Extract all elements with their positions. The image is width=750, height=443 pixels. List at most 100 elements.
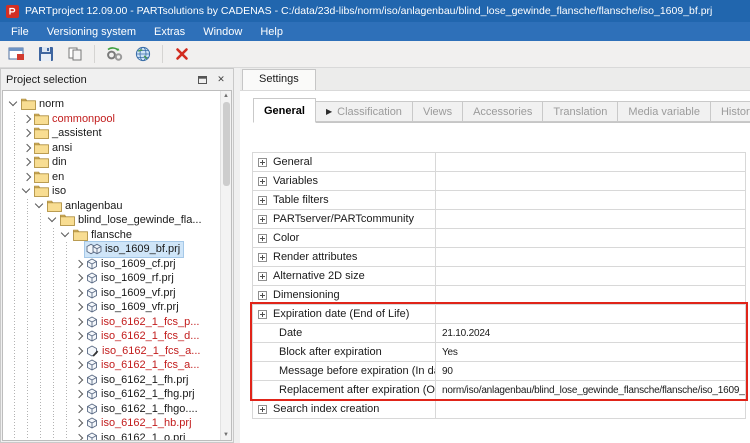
tree-item-iso-6162-1-fcs-p[interactable]: iso_6162_1_fcs_p...	[3, 315, 220, 330]
expand-plus-icon[interactable]	[258, 405, 267, 414]
chevron-down-icon[interactable]	[8, 98, 20, 110]
prop-value-cell[interactable]: norm/iso/anlagenbau/blind_lose_gewinde_f…	[436, 381, 745, 399]
tab-history[interactable]: History	[711, 101, 750, 122]
tree-item-anlagenbau[interactable]: anlagenbau	[3, 199, 220, 214]
save-icon[interactable]	[34, 43, 58, 66]
chevron-right-icon[interactable]	[73, 330, 85, 342]
expand-plus-icon[interactable]	[258, 158, 267, 167]
chevron-right-icon[interactable]	[73, 417, 85, 429]
prop-row-message-before-expiration-in-days[interactable]: Message before expiration (In days)90	[253, 362, 745, 381]
chevron-right-icon[interactable]	[73, 301, 85, 313]
tree-item-ansi[interactable]: ansi	[3, 141, 220, 156]
menu-extras[interactable]: Extras	[145, 24, 194, 40]
tree-item-commonpool[interactable]: commonpool	[3, 112, 220, 127]
expand-plus-icon[interactable]	[258, 234, 267, 243]
sync-gears-icon[interactable]	[102, 43, 126, 66]
prop-row-date[interactable]: Date21.10.2024	[253, 324, 745, 343]
prop-row-alternative-2d-size[interactable]: Alternative 2D size	[253, 267, 745, 286]
tree-item-norm[interactable]: norm	[3, 97, 220, 112]
prop-row-variables[interactable]: Variables	[253, 172, 745, 191]
tree-item-din[interactable]: din	[3, 155, 220, 170]
tree-item-iso-6162-1-o-prj[interactable]: iso_6162_1_o.prj	[3, 431, 220, 441]
tree-item-iso-6162-1-fcs-a[interactable]: iso_6162_1_fcs_a...	[3, 358, 220, 373]
tree-item-iso-6162-1-fcs-d[interactable]: iso_6162_1_fcs_d...	[3, 329, 220, 344]
prop-row-color[interactable]: Color	[253, 229, 745, 248]
chevron-down-icon[interactable]	[34, 200, 46, 212]
tree-item-iso-1609-vf-prj[interactable]: iso_1609_vf.prj	[3, 286, 220, 301]
scrollbar-thumb[interactable]	[223, 102, 230, 186]
tab-media-variable[interactable]: Media variable	[618, 101, 711, 122]
menu-versioning-system[interactable]: Versioning system	[38, 24, 145, 40]
delete-red-x-icon[interactable]	[170, 43, 194, 66]
tree-item-iso[interactable]: iso	[3, 184, 220, 199]
tab-general[interactable]: General	[253, 98, 316, 123]
prop-value-cell[interactable]: 21.10.2024	[436, 324, 745, 342]
chevron-right-icon[interactable]	[73, 388, 85, 400]
prop-row-render-attributes[interactable]: Render attributes	[253, 248, 745, 267]
tree-item-iso-1609-bf-prj[interactable]: iso_1609_bf.prj	[3, 242, 220, 257]
prop-row-block-after-expiration[interactable]: Block after expirationYes	[253, 343, 745, 362]
chevron-down-icon[interactable]	[60, 229, 72, 241]
chevron-right-icon[interactable]	[73, 374, 85, 386]
tree-item-iso-6162-1-hb-prj[interactable]: iso_6162_1_hb.prj	[3, 416, 220, 431]
expand-plus-icon[interactable]	[258, 215, 267, 224]
globe-icon[interactable]	[131, 43, 155, 66]
tree-item-blind-lose-gewinde-fla[interactable]: blind_lose_gewinde_fla...	[3, 213, 220, 228]
menu-file[interactable]: File	[2, 24, 38, 40]
chevron-down-icon[interactable]	[47, 214, 59, 226]
chevron-right-icon[interactable]	[73, 432, 85, 440]
chevron-right-icon[interactable]	[21, 142, 33, 154]
new-window-icon[interactable]	[5, 43, 29, 66]
tree-item-iso-6162-1-fh-prj[interactable]: iso_6162_1_fh.prj	[3, 373, 220, 388]
prop-row-search-index-creation[interactable]: Search index creation	[253, 400, 745, 419]
tree-item-iso-1609-rf-prj[interactable]: iso_1609_rf.prj	[3, 271, 220, 286]
expand-plus-icon[interactable]	[258, 272, 267, 281]
copy-checkout-icon[interactable]	[63, 43, 87, 66]
tab-accessories[interactable]: Accessories	[463, 101, 543, 122]
tree-item-iso-6162-1-fhgo[interactable]: iso_6162_1_fhgo....	[3, 402, 220, 417]
scroll-up-icon[interactable]: ▲	[223, 91, 229, 101]
expand-plus-icon[interactable]	[258, 177, 267, 186]
prop-row-replacement-after-expiration-optional[interactable]: Replacement after expiration (Optional)n…	[253, 381, 745, 400]
tree-item-iso-6162-1-fcs-a[interactable]: iso_6162_1_fcs_a...	[3, 344, 220, 359]
tree-item-assistent[interactable]: _assistent	[3, 126, 220, 141]
tab-views[interactable]: Views	[413, 101, 463, 122]
float-panel-icon[interactable]	[195, 73, 209, 87]
prop-value-cell[interactable]: 90	[436, 362, 745, 380]
settings-panel-tab[interactable]: Settings	[242, 69, 316, 90]
prop-row-table-filters[interactable]: Table filters	[253, 191, 745, 210]
expand-plus-icon[interactable]	[258, 291, 267, 300]
chevron-right-icon[interactable]	[21, 113, 33, 125]
chevron-right-icon[interactable]	[21, 127, 33, 139]
expand-plus-icon[interactable]	[258, 196, 267, 205]
tab-translation[interactable]: Translation	[543, 101, 618, 122]
scroll-down-icon[interactable]: ▼	[223, 430, 229, 440]
menu-window[interactable]: Window	[194, 24, 251, 40]
chevron-right-icon[interactable]	[73, 287, 85, 299]
menu-help[interactable]: Help	[251, 24, 292, 40]
prop-row-partserver-partcommunity[interactable]: PARTserver/PARTcommunity	[253, 210, 745, 229]
tree-item-iso-1609-cf-prj[interactable]: iso_1609_cf.prj	[3, 257, 220, 272]
chevron-right-icon[interactable]	[73, 316, 85, 328]
chevron-right-icon[interactable]	[73, 258, 85, 270]
tab-classification[interactable]: ▶Classification	[316, 101, 413, 122]
expand-plus-icon[interactable]	[258, 253, 267, 262]
prop-value-cell[interactable]: Yes	[436, 343, 745, 361]
chevron-right-icon[interactable]	[21, 156, 33, 168]
tree-scrollbar[interactable]: ▲ ▼	[220, 91, 231, 440]
chevron-right-icon[interactable]	[21, 171, 33, 183]
tree-item-flansche[interactable]: flansche	[3, 228, 220, 243]
prop-row-expiration-date-end-of-life[interactable]: Expiration date (End of Life)	[253, 305, 745, 324]
chevron-right-icon[interactable]	[73, 345, 85, 357]
tree-item-iso-1609-vfr-prj[interactable]: iso_1609_vfr.prj	[3, 300, 220, 315]
chevron-down-icon[interactable]	[21, 185, 33, 197]
prop-row-general[interactable]: General	[253, 153, 745, 172]
close-panel-icon[interactable]: ✕	[214, 73, 228, 87]
tree-item-en[interactable]: en	[3, 170, 220, 185]
chevron-right-icon[interactable]	[73, 403, 85, 415]
tree-item-iso-6162-1-fhg-prj[interactable]: iso_6162_1_fhg.prj	[3, 387, 220, 402]
chevron-right-icon[interactable]	[73, 359, 85, 371]
chevron-right-icon[interactable]	[73, 272, 85, 284]
prop-row-dimensioning[interactable]: Dimensioning	[253, 286, 745, 305]
expand-plus-icon[interactable]	[258, 310, 267, 319]
